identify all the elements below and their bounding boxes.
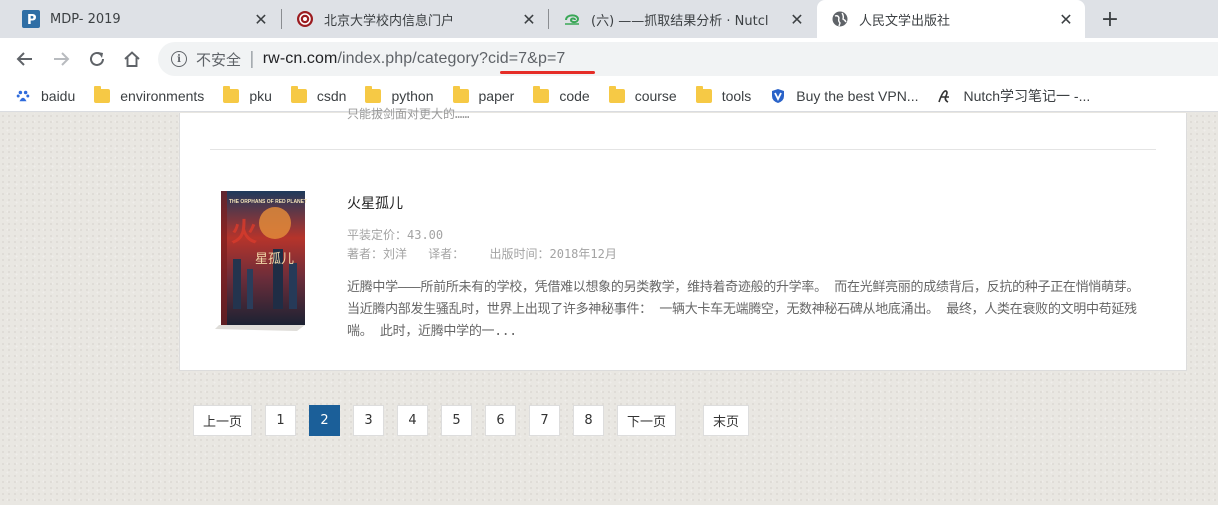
svg-text:星孤儿: 星孤儿 <box>255 252 294 267</box>
bookmark-folder-course[interactable]: course <box>608 86 677 104</box>
insecure-label: 不安全 <box>196 50 242 69</box>
close-icon[interactable]: ✕ <box>520 10 538 29</box>
page-button-1[interactable]: 1 <box>265 405 297 436</box>
arrow-left-icon <box>16 52 32 66</box>
folder-icon <box>290 86 307 103</box>
home-icon <box>124 51 140 67</box>
tab-pku[interactable]: 北京大学校内信息门户 ✕ <box>282 0 548 38</box>
reload-button[interactable] <box>85 47 109 71</box>
bookmark-label: paper <box>478 87 515 104</box>
url-path: /index.php/category?cid=7&p=7 <box>337 50 566 67</box>
bookmark-folder-tools[interactable]: tools <box>695 86 752 104</box>
bookmark-folder-pku[interactable]: pku <box>223 86 272 104</box>
page-button-6[interactable]: 6 <box>485 405 517 436</box>
folder-icon <box>452 86 469 103</box>
pagination: 上一页 1 2 3 4 5 6 7 8 下一页 末页 <box>193 405 762 436</box>
url-host: rw-cn.com <box>262 50 338 67</box>
book-author: 著者：刘洋 <box>347 247 408 261</box>
folder-icon <box>608 86 625 103</box>
baidu-paw-icon <box>16 90 30 101</box>
book-translator: 译者： <box>428 247 465 261</box>
svg-text:P: P <box>27 13 37 28</box>
bookmark-folder-code[interactable]: code <box>533 86 590 104</box>
page-button-3[interactable]: 3 <box>353 405 385 436</box>
bookmark-label: code <box>559 87 590 104</box>
tab-title: 北京大学校内信息门户 <box>324 13 455 29</box>
page-button-5[interactable]: 5 <box>441 405 473 436</box>
bookmark-folder-paper[interactable]: paper <box>452 86 515 104</box>
bookmark-folder-csdn[interactable]: csdn <box>290 86 347 104</box>
bookmark-label: pku <box>249 87 272 104</box>
page-content: 只能拔剑面对更大的…… 火 星孤儿 THE ORPHANS OF RED PLA… <box>0 107 1218 505</box>
book-meta-row: 著者：刘洋 译者： 出版时间：2018年12月 <box>347 245 631 262</box>
folder-icon <box>695 86 712 103</box>
pku-seal-icon <box>296 10 314 28</box>
folder-icon <box>365 86 382 103</box>
tab-strip: P MDP- 2019 ✕ 北京大学校内信息门户 ✕ (六) ——抓取结果分析 … <box>0 0 1218 38</box>
item-divider <box>210 149 1156 150</box>
folder-icon <box>223 86 240 103</box>
tab-title: MDP- 2019 <box>50 11 121 27</box>
cover-title-text: THE ORPHANS OF RED PLANET <box>229 199 307 205</box>
url-annotation-underline <box>500 71 595 74</box>
new-tab-button[interactable]: + <box>1097 7 1123 32</box>
page-button-8[interactable]: 8 <box>573 405 605 436</box>
bookmark-label: Nutch学习笔记一 -... <box>963 87 1091 104</box>
p-logo-icon: P <box>22 10 40 28</box>
address-separator: | <box>249 49 255 69</box>
back-button[interactable] <box>13 47 37 71</box>
page-button-2-current[interactable]: 2 <box>309 405 341 436</box>
bookmark-label: environments <box>120 87 205 104</box>
tab-nutch[interactable]: (六) ——抓取结果分析 · Nutcl ✕ <box>549 0 816 38</box>
close-icon[interactable]: ✕ <box>788 10 806 29</box>
page-button-4[interactable]: 4 <box>397 405 429 436</box>
tab-title: 人民文学出版社 <box>859 13 951 29</box>
tab-mdp[interactable]: P MDP- 2019 ✕ <box>8 0 280 38</box>
bookmark-label: baidu <box>41 87 76 104</box>
prev-page-button[interactable]: 上一页 <box>193 405 253 436</box>
script-a-icon <box>938 89 950 103</box>
book-publish-date: 出版时间：2018年12月 <box>489 247 617 261</box>
close-icon[interactable]: ✕ <box>252 10 270 29</box>
address-bar[interactable]: i 不安全 | rw-cn.com/index.php/category?cid… <box>158 42 1218 76</box>
arrow-right-icon <box>54 52 70 66</box>
info-icon[interactable]: i <box>171 51 187 67</box>
svg-text:火: 火 <box>231 218 257 248</box>
tab-rw-cn[interactable]: 人民文学出版社 ✕ <box>817 0 1085 38</box>
bookmark-nutch-notes[interactable]: Nutch学习笔记一 -... <box>937 86 1090 106</box>
bookmark-folder-python[interactable]: python <box>365 86 434 104</box>
bookmark-label: course <box>634 87 677 104</box>
book-description: 近腾中学———所前所未有的学校，凭借难以想象的另类教学，维持着奇迹般的升学率。 … <box>347 280 1140 339</box>
book-price: 平装定价：43.00 <box>347 228 444 242</box>
url-text[interactable]: rw-cn.com/index.php/category?cid=7&p=7 <box>263 50 566 68</box>
close-icon[interactable]: ✕ <box>1057 10 1075 29</box>
green-swirl-icon <box>563 10 581 28</box>
folder-icon <box>533 86 550 103</box>
browser-toolbar: i 不安全 | rw-cn.com/index.php/category?cid… <box>0 38 1218 80</box>
bookmark-vpn[interactable]: Buy the best VPN... <box>770 88 918 104</box>
bookmark-baidu[interactable]: baidu <box>15 88 75 104</box>
tab-title: (六) ——抓取结果分析 · Nutcl <box>591 13 769 29</box>
bookmark-label: csdn <box>316 87 347 104</box>
bookmark-label: tools <box>721 87 752 104</box>
book-title-link[interactable]: 火星孤儿 <box>347 193 403 213</box>
previous-item-text: 只能拔剑面对更大的…… <box>347 107 470 121</box>
book-cover-image[interactable]: 火 星孤儿 THE ORPHANS OF RED PLANET <box>213 189 313 331</box>
globe-icon <box>831 10 849 28</box>
last-page-button[interactable]: 末页 <box>703 405 750 436</box>
reload-icon <box>90 51 104 66</box>
shield-v-icon <box>772 88 785 103</box>
page-button-7[interactable]: 7 <box>529 405 561 436</box>
bookmark-label: Buy the best VPN... <box>796 87 919 104</box>
bookmark-label: python <box>391 87 434 104</box>
home-button[interactable] <box>120 47 144 71</box>
next-page-button[interactable]: 下一页 <box>617 405 677 436</box>
bookmarks-bar: baidu environments pku csdn python paper… <box>0 80 1218 112</box>
book-list-card: 只能拔剑面对更大的…… 火 星孤儿 THE ORPHANS OF RED PLA… <box>179 107 1187 371</box>
forward-button[interactable] <box>49 47 73 71</box>
folder-icon <box>94 86 111 103</box>
bookmark-folder-environments[interactable]: environments <box>94 86 205 104</box>
